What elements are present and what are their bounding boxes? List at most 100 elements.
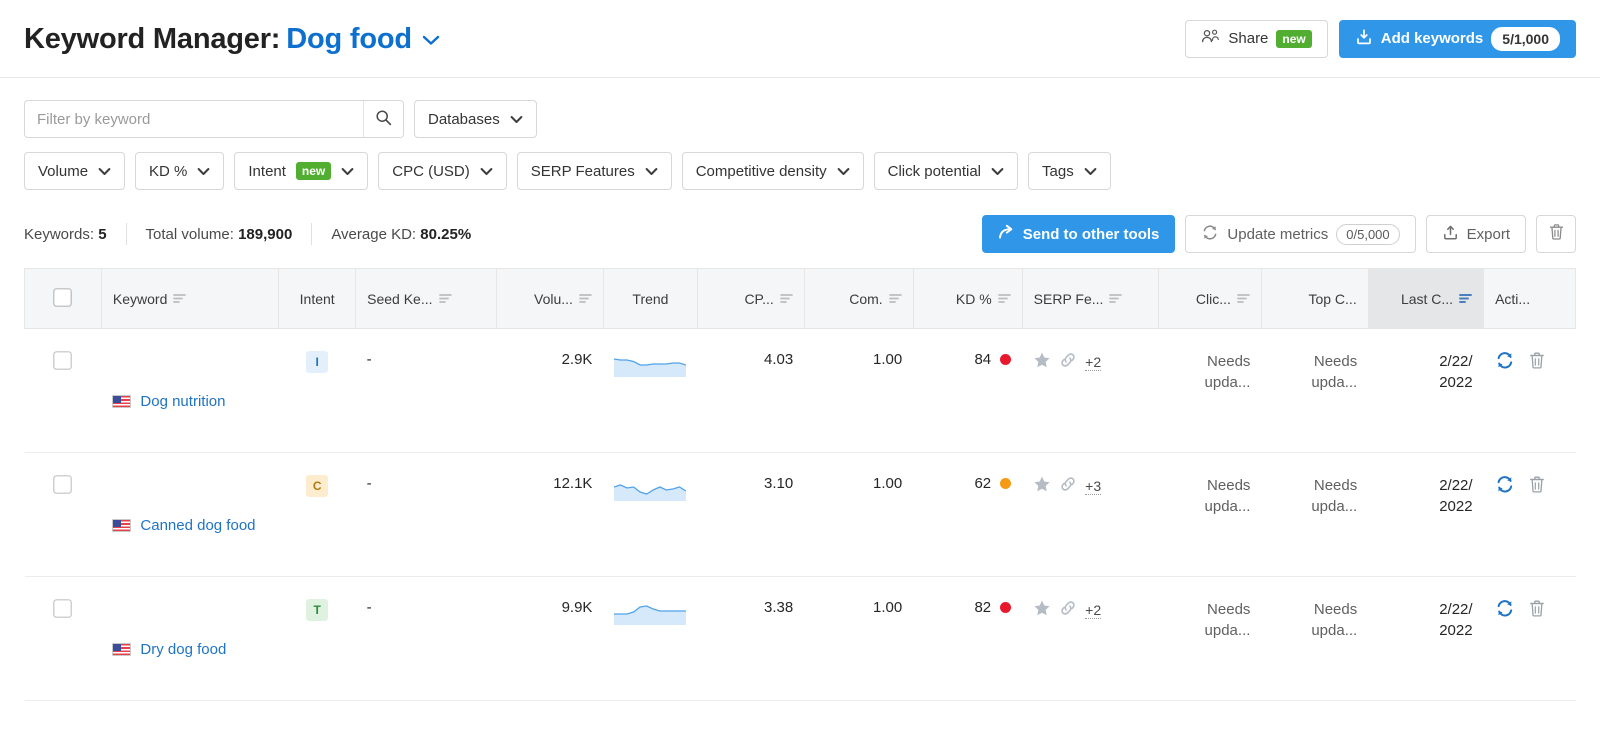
cell-intent[interactable]: T [278, 576, 356, 701]
cell-actions[interactable] [1483, 328, 1576, 453]
cell-actions[interactable] [1483, 452, 1576, 577]
th-competition[interactable]: Com. [804, 268, 914, 329]
cell-intent[interactable]: I [278, 328, 356, 453]
filter-chip-click-potential[interactable]: Click potential [873, 152, 1019, 190]
keywords-table-wrap: Keyword Intent Seed Ke... Volu... Trend … [0, 268, 1600, 701]
th-select-all[interactable] [24, 268, 102, 329]
cell-kd: 82 [913, 576, 1023, 701]
keyword-link[interactable]: Dry dog food [140, 639, 226, 660]
stat-divider [125, 223, 127, 245]
trend-sparkline [614, 358, 687, 377]
cell-serp-features[interactable]: +2 [1022, 328, 1159, 453]
th-cpc-label: CP... [744, 290, 774, 307]
cell-keyword[interactable]: Dog nutrition [101, 328, 279, 453]
trend-sparkline [614, 484, 687, 501]
serp-features-more[interactable]: +2 [1085, 602, 1102, 619]
project-name[interactable]: Dog food [286, 23, 412, 55]
star-icon[interactable] [1033, 475, 1051, 497]
th-seed-keyword[interactable]: Seed Ke... [355, 268, 498, 329]
export-button[interactable]: Export [1425, 215, 1526, 253]
add-keywords-button[interactable]: Add keywords 5/1,000 [1338, 19, 1576, 58]
sort-icon[interactable] [438, 291, 452, 307]
filter-chip-kd[interactable]: KD % [135, 152, 225, 190]
update-metrics-button[interactable]: Update metrics 0/5,000 [1185, 215, 1416, 253]
trash-icon[interactable] [1528, 599, 1546, 618]
kd-value: 62 [974, 475, 992, 492]
cell-keyword[interactable]: Canned dog food [101, 452, 279, 577]
keyword-manager-page: Keyword Manager: Dog food Share new Add … [0, 0, 1600, 739]
export-upload-icon [1442, 224, 1459, 245]
share-button-label: Share [1228, 30, 1269, 47]
sort-icon-active[interactable] [1459, 291, 1473, 307]
update-metrics-count: 0/5,000 [1336, 223, 1400, 245]
keyword-link[interactable]: Canned dog food [140, 515, 255, 536]
sort-icon[interactable] [173, 291, 187, 307]
th-volume[interactable]: Volu... [496, 268, 604, 329]
share-button[interactable]: Share new [1185, 19, 1328, 58]
th-intent[interactable]: Intent [278, 268, 357, 329]
cell-serp-features[interactable]: +2 [1022, 576, 1159, 701]
th-top-competitor[interactable]: Top C... [1261, 268, 1369, 329]
row-checkbox[interactable] [53, 475, 73, 498]
serp-features-more[interactable]: +3 [1085, 478, 1102, 495]
th-click-potential[interactable]: Clic... [1158, 268, 1262, 329]
cell-keyword[interactable]: Dry dog food [101, 576, 279, 701]
sort-icon[interactable] [888, 291, 902, 307]
chevron-down-icon [341, 164, 354, 179]
filter-chip-serp-features[interactable]: SERP Features [516, 152, 672, 190]
th-last-check[interactable]: Last C... [1368, 268, 1485, 329]
th-serp-features[interactable]: SERP Fe... [1022, 268, 1160, 329]
th-keyword[interactable]: Keyword [101, 268, 280, 329]
cell-serp-features[interactable]: +3 [1022, 452, 1159, 577]
row-checkbox[interactable] [53, 351, 73, 374]
table-row[interactable]: Canned dog food C - 12.1K 3.10 1.00 62 +… [24, 452, 1576, 577]
download-box-icon [1355, 28, 1373, 50]
trash-icon[interactable] [1528, 475, 1546, 494]
star-icon[interactable] [1033, 599, 1051, 621]
refresh-icon[interactable] [1495, 475, 1515, 494]
link-icon[interactable] [1059, 599, 1077, 621]
filter-chip-cpc[interactable]: CPC (USD) [378, 152, 507, 190]
th-kd[interactable]: KD % [913, 268, 1023, 329]
search-button[interactable] [363, 101, 403, 137]
delete-selected-button[interactable] [1536, 215, 1576, 253]
search-input[interactable] [25, 101, 363, 137]
refresh-icon[interactable] [1495, 351, 1515, 370]
chevron-down-icon[interactable] [422, 21, 440, 54]
cpc-value: 4.03 [764, 351, 794, 368]
filter-chip-intent[interactable]: Intent new [234, 152, 369, 190]
link-icon[interactable] [1059, 475, 1077, 497]
th-trend[interactable]: Trend [603, 268, 698, 329]
table-row[interactable]: Dog nutrition I - 2.9K 4.03 1.00 84 +2 N… [24, 328, 1576, 453]
cell-intent[interactable]: C [278, 452, 356, 577]
link-icon[interactable] [1059, 351, 1077, 373]
keyword-filter[interactable] [24, 100, 404, 138]
th-cpc[interactable]: CP... [697, 268, 805, 329]
table-row[interactable]: Dry dog food T - 9.9K 3.38 1.00 82 +2 Ne… [24, 576, 1576, 701]
us-flag-icon [112, 395, 132, 408]
select-all-checkbox[interactable] [53, 287, 73, 310]
trash-icon[interactable] [1528, 351, 1546, 370]
competition-value: 1.00 [873, 475, 903, 492]
cell-checkbox[interactable] [24, 576, 102, 701]
chevron-down-icon [837, 164, 850, 179]
filter-chip-volume[interactable]: Volume [24, 152, 126, 190]
sort-icon[interactable] [1237, 291, 1250, 307]
keyword-link[interactable]: Dog nutrition [140, 391, 225, 412]
cell-actions[interactable] [1483, 576, 1576, 701]
sort-icon[interactable] [579, 291, 592, 307]
sort-icon[interactable] [779, 291, 793, 307]
filter-chip-competitive-density[interactable]: Competitive density [681, 152, 864, 190]
send-to-other-tools-button[interactable]: Send to other tools [981, 215, 1176, 253]
star-icon[interactable] [1033, 351, 1051, 373]
databases-dropdown[interactable]: Databases [414, 100, 537, 138]
sort-icon[interactable] [1109, 291, 1123, 307]
row-checkbox[interactable] [53, 599, 73, 622]
filter-chip-tags[interactable]: Tags [1028, 152, 1111, 190]
cell-checkbox[interactable] [24, 452, 102, 577]
sort-icon[interactable] [997, 291, 1011, 307]
refresh-icon[interactable] [1495, 599, 1515, 618]
cell-checkbox[interactable] [24, 328, 102, 453]
add-keywords-count: 5/1,000 [1491, 26, 1560, 51]
serp-features-more[interactable]: +2 [1085, 354, 1102, 371]
